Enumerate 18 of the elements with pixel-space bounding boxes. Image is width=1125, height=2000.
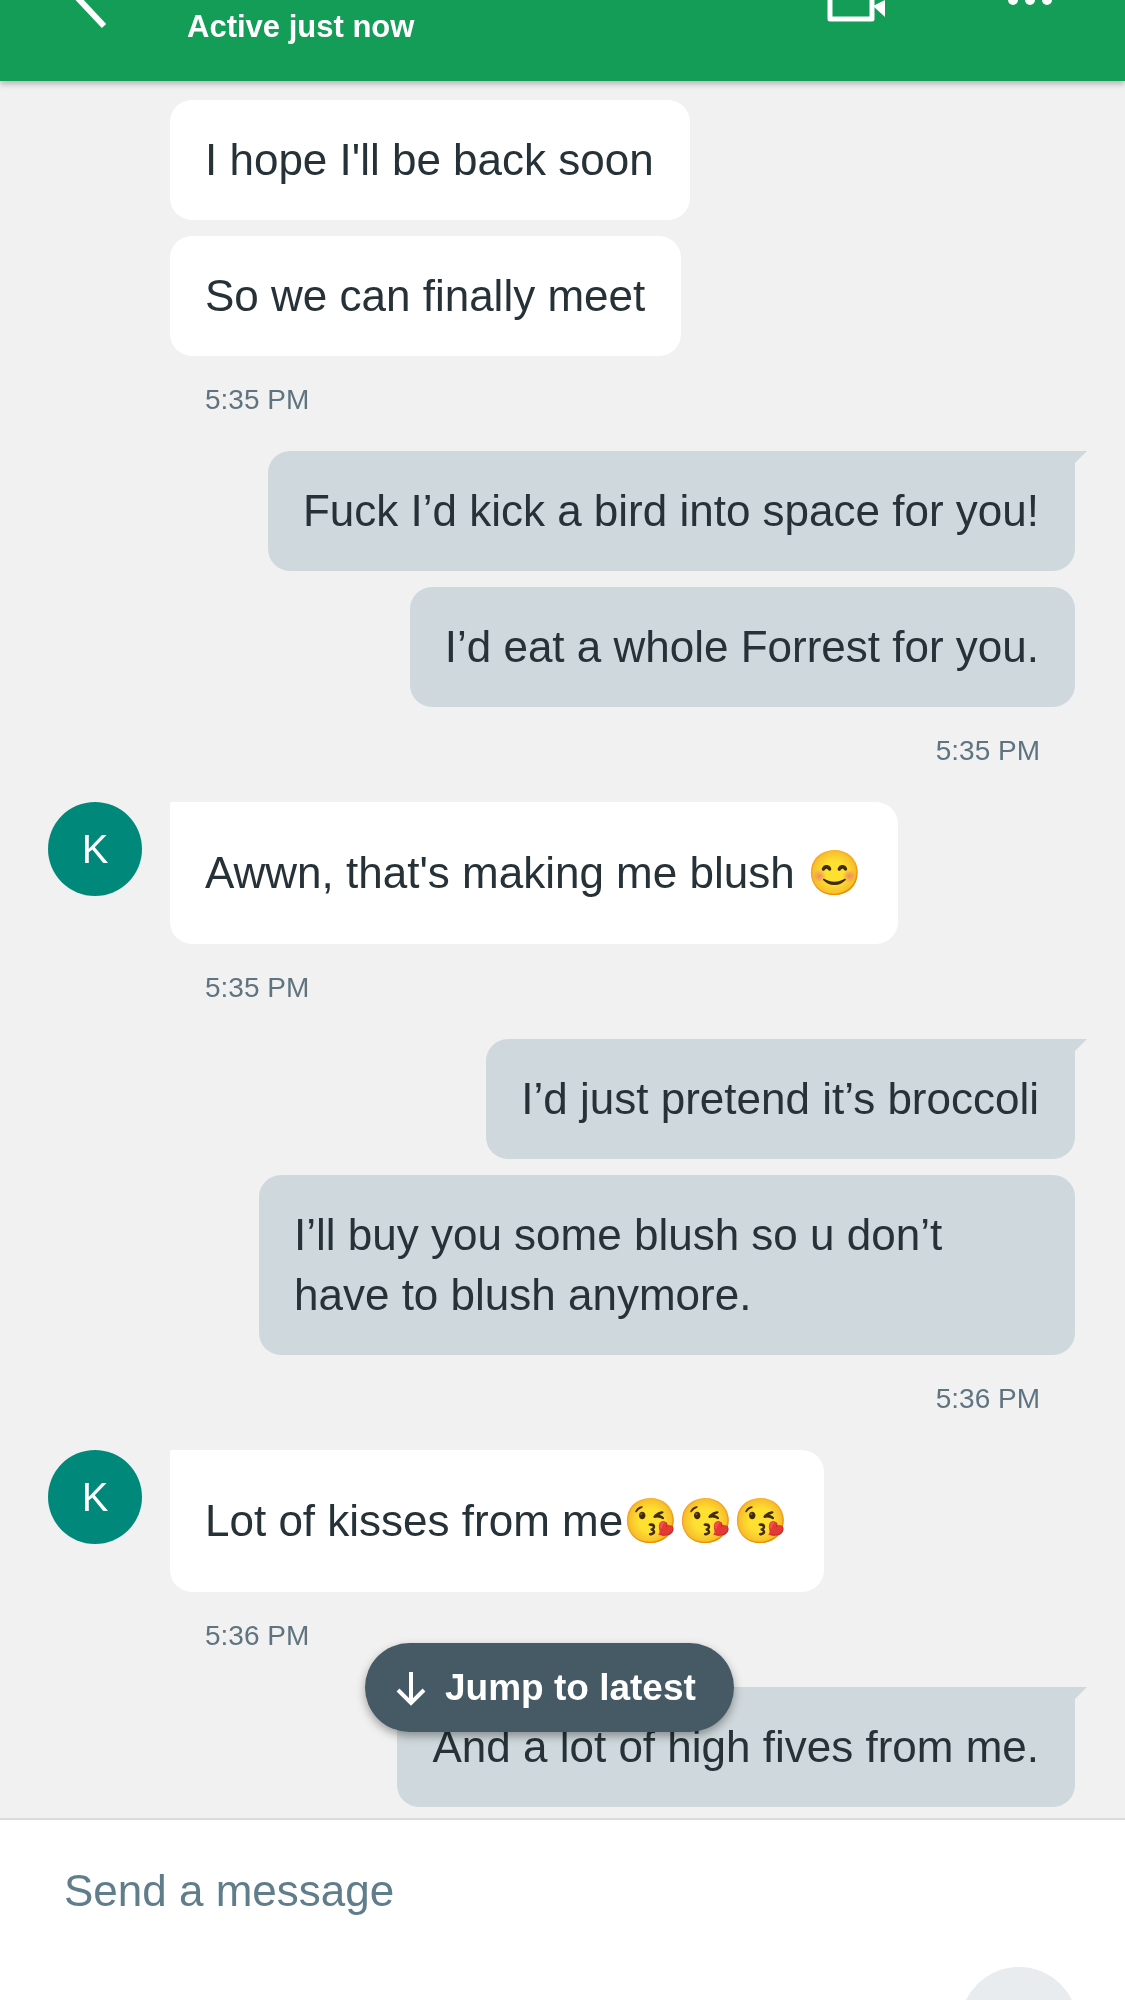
status-text: Active just now [187, 9, 415, 45]
timestamp: 5:36 PM [205, 1619, 310, 1653]
timestamp: 5:36 PM [935, 1382, 1040, 1416]
timestamp: 5:35 PM [935, 734, 1040, 768]
message-bubble: Fuck I’d kick a bird into space for you! [267, 451, 1075, 571]
message-bubble: Lot of kisses from me😘😘😘 [170, 1450, 825, 1592]
timestamp: 5:35 PM [205, 971, 310, 1005]
avatar[interactable]: K [48, 802, 142, 896]
message-bubble: I’ll buy you some blush so u don’t have to blush anymore. [259, 1175, 1075, 1355]
arrow-down-icon [395, 1669, 427, 1706]
message-bubble: So we can finally meet [170, 236, 682, 356]
timestamp: 5:35 PM [205, 383, 310, 417]
message-bubble: I hope I'll be back soon [170, 100, 690, 220]
message-bubble: I’d eat a whole Forrest for you. [409, 587, 1075, 707]
message-bubble: I’d just pretend it’s broccoli [486, 1039, 1075, 1159]
more-icon[interactable] [1007, 0, 1053, 6]
avatar[interactable]: K [48, 1450, 142, 1544]
message-bubble: Awwn, that's making me blush 😊 [170, 802, 898, 944]
